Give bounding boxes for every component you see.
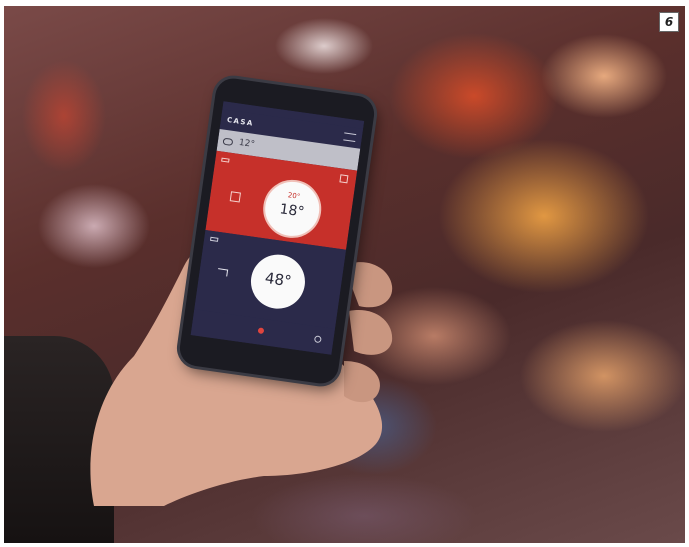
radiator-icon [229,191,241,203]
tap-icon [217,268,229,277]
heating-zone-tag[interactable] [221,157,230,163]
hot-water-dial[interactable]: 48° [247,251,309,313]
cloud-icon [222,137,234,146]
water-temperature: 48° [263,268,293,291]
menu-icon[interactable] [343,132,357,143]
app-title: CASA [226,115,255,128]
photograph: CASA 12° 20° 18° 48° [4,6,685,543]
app-screen: CASA 12° 20° 18° 48° [190,101,365,355]
room-temperature: 18° [278,201,306,221]
outdoor-temperature: 12° [238,137,256,151]
hot-water-tag[interactable] [209,236,219,242]
flame-icon[interactable] [339,174,349,184]
page-number-badge: 6 [659,12,679,32]
heating-dial[interactable]: 20° 18° [259,176,325,242]
home-icon[interactable] [257,327,265,335]
settings-icon[interactable] [313,335,322,344]
